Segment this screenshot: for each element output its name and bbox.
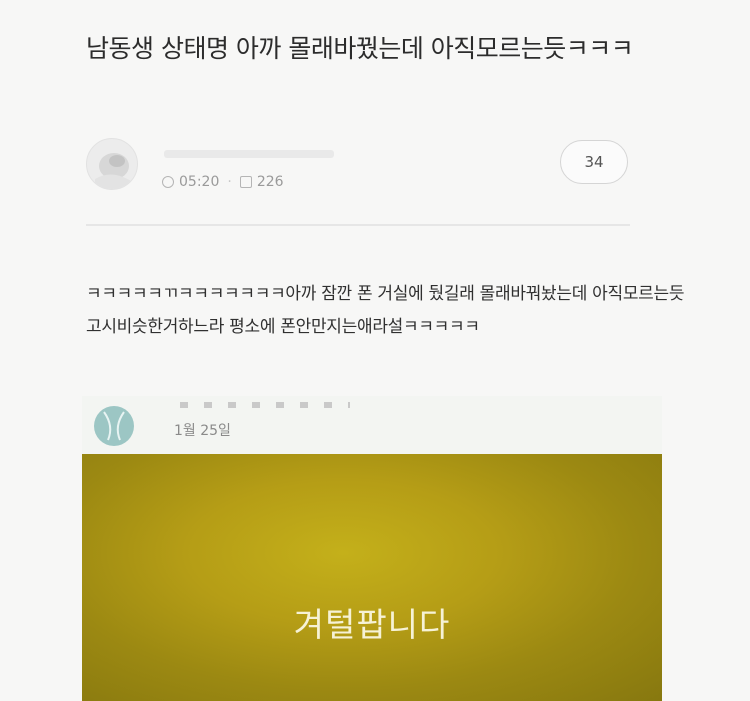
post-body: ㅋㅋㅋㅋㅋㄲㅋㅋㅋㅋㅋㅋㅋ아까 잠깐 폰 거실에 뒀길래 몰래바꿔놨는데 아직모… — [86, 284, 685, 337]
embedded-name — [180, 402, 350, 408]
comment-count-button[interactable]: 34 — [560, 140, 628, 184]
embedded-status-image[interactable]: 겨털팝니다 — [82, 454, 662, 701]
avatar[interactable] — [86, 138, 138, 190]
post-time: 05:20 — [179, 174, 220, 190]
clock-icon — [162, 176, 174, 188]
embedded-profile-header: 1월 25일 — [82, 396, 662, 454]
divider — [86, 224, 630, 226]
author-name[interactable] — [164, 150, 334, 158]
post-title: 남동생 상태명 아까 몰래바꿨는데 아직모르는듯ㅋㅋㅋ — [86, 34, 634, 63]
post-meta: 05:20 · 226 — [162, 174, 284, 190]
embedded-avatar[interactable] — [94, 406, 134, 446]
view-count: 226 — [256, 174, 284, 190]
embedded-date: 1월 25일 — [174, 423, 231, 439]
meta-separator: · — [227, 174, 232, 190]
embedded-status-text: 겨털팝니다 — [293, 605, 451, 644]
view-count-icon — [239, 176, 252, 188]
